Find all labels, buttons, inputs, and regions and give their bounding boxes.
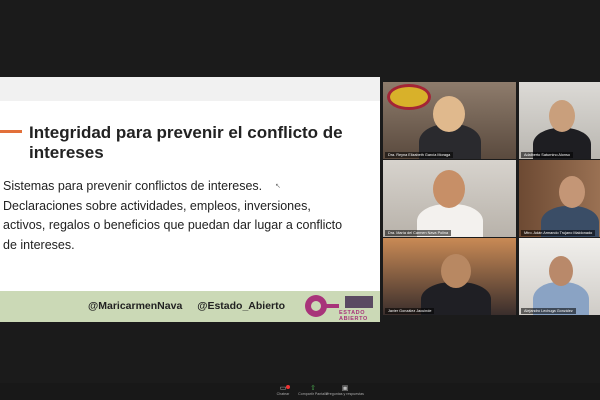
key-icon bbox=[305, 295, 327, 317]
slide-bullet-line: Sistemas para prevenir conflictos de int… bbox=[3, 179, 263, 193]
participant-head bbox=[549, 100, 575, 132]
participant-name: Adalberto Saturnino Alonso bbox=[521, 152, 574, 158]
slide-title: Integridad para prevenir el conflicto de… bbox=[29, 123, 343, 162]
participant-tile[interactable]: Javier González Jacuinde bbox=[383, 238, 516, 315]
participant-video-grid: Dra. Reyna Elizabeth García Moraga Adalb… bbox=[383, 82, 600, 315]
participant-head bbox=[433, 170, 465, 208]
shared-slide: Integridad para prevenir el conflicto de… bbox=[0, 77, 380, 322]
participant-tile[interactable]: Adalberto Saturnino Alonso bbox=[519, 82, 600, 159]
participant-head bbox=[549, 256, 573, 286]
key-shaft bbox=[325, 304, 339, 308]
slide-footer: @MaricarmenNava @Estado_Abierto ESTADO A… bbox=[0, 291, 380, 322]
qa-label: Preguntas y respuestas bbox=[326, 392, 364, 396]
participant-name: Javier González Jacuinde bbox=[385, 308, 435, 314]
meeting-toolbar: ▭ Chatear ⇧ Compartir Pantalla ▣ Pregunt… bbox=[0, 383, 600, 400]
mouse-cursor-icon: ↖ bbox=[275, 183, 281, 190]
slide-bullet-line: activos, regalos o beneficios que puedan… bbox=[3, 218, 343, 232]
qa-button[interactable]: ▣ Preguntas y respuestas bbox=[315, 385, 375, 397]
participant-head bbox=[441, 254, 471, 288]
logo-text: ESTADO ABIERTO bbox=[339, 310, 368, 322]
slide-bullet-line: Declaraciones sobre actividades, empleos… bbox=[3, 198, 311, 213]
institution-crest bbox=[387, 84, 431, 110]
estado-abierto-logo: ESTADO ABIERTO bbox=[305, 294, 375, 322]
qa-icon: ▣ bbox=[341, 385, 349, 392]
participant-tile[interactable]: Mtro. Adán Armando Trujano Maldonado bbox=[519, 160, 600, 237]
participant-tile[interactable]: Alejandro Lechuga González bbox=[519, 238, 600, 315]
participant-tile[interactable]: Dra. Reyna Elizabeth García Moraga bbox=[383, 82, 516, 159]
slide-top-band bbox=[0, 77, 380, 101]
footer-handle: @MaricarmenNava bbox=[88, 300, 183, 312]
slide-bullet-line: de intereses. bbox=[3, 237, 75, 252]
participant-head bbox=[433, 96, 465, 132]
slide-bullet-list: Sistemas para prevenir conflictos de int… bbox=[3, 177, 375, 255]
footer-handle: @Estado_Abierto bbox=[197, 300, 286, 312]
participant-tile-active-speaker[interactable]: Dra. María del Carmen Nava Polina bbox=[383, 160, 516, 237]
logo-graphic bbox=[345, 296, 373, 308]
participant-head bbox=[559, 176, 585, 208]
footer-handles: @MaricarmenNava @Estado_Abierto bbox=[88, 300, 285, 312]
title-accent-bar bbox=[0, 130, 22, 133]
participant-name: Mtro. Adán Armando Trujano Maldonado bbox=[521, 230, 596, 236]
participant-name: Alejandro Lechuga González bbox=[521, 308, 576, 314]
participant-name: Dra. Reyna Elizabeth García Moraga bbox=[385, 152, 454, 158]
participant-name: Dra. María del Carmen Nava Polina bbox=[385, 230, 452, 236]
